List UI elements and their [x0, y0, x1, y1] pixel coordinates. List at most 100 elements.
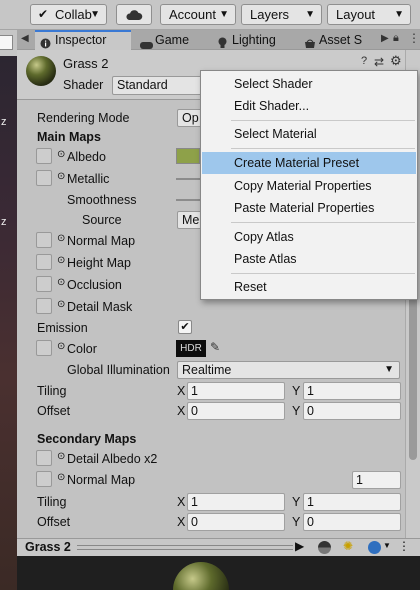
metallic-slider[interactable]: [176, 178, 200, 180]
object-picker-icon[interactable]: ⊙: [57, 149, 65, 160]
sphere-shape-icon[interactable]: [368, 541, 381, 554]
menu-item-label: Create Material Preset: [234, 156, 360, 170]
detail-mask-slot[interactable]: [36, 298, 52, 314]
menu-separator: [231, 222, 415, 223]
albedo-texture-slot[interactable]: [36, 148, 52, 164]
hdr-color-swatch[interactable]: HDR: [176, 340, 206, 357]
smoothness-slider[interactable]: [176, 199, 200, 201]
chevron-right-icon[interactable]: ▶: [381, 33, 389, 44]
detail-albedo-slot[interactable]: [36, 450, 52, 466]
menu-item-label: Select Material: [234, 127, 317, 141]
secondary-normal-map-slot[interactable]: [36, 471, 52, 487]
layers-label: Layers: [250, 7, 290, 22]
object-picker-icon[interactable]: ⊙: [57, 171, 65, 182]
x-label: X: [177, 404, 186, 418]
object-picker-icon[interactable]: ⊙: [57, 341, 65, 352]
layers-dropdown[interactable]: Layers ▼: [241, 4, 322, 25]
object-picker-icon[interactable]: ⊙: [57, 472, 65, 483]
shader-dropdown[interactable]: Standard: [112, 76, 212, 95]
play-icon[interactable]: ▶: [295, 539, 304, 553]
menu-item-select-shader[interactable]: Select Shader: [202, 73, 416, 95]
menu-item-copy-material-properties[interactable]: Copy Material Properties: [202, 175, 416, 197]
help-icon[interactable]: ?: [361, 55, 367, 67]
object-picker-icon[interactable]: ⊙: [57, 255, 65, 266]
albedo-color-swatch[interactable]: [176, 148, 200, 164]
menu-item-reset[interactable]: Reset: [202, 276, 416, 298]
presets-icon[interactable]: ⇄: [374, 55, 384, 69]
menu-item-label: Reset: [234, 280, 267, 294]
offset-x-field[interactable]: 0: [187, 402, 285, 420]
menu-separator: [231, 120, 415, 121]
tiling-label: Tiling: [37, 384, 67, 398]
chevron-left-icon[interactable]: ◀: [21, 33, 29, 44]
menu-separator: [231, 273, 415, 274]
tab-lighting[interactable]: Lighting: [212, 30, 308, 50]
material-name: Grass 2: [63, 56, 109, 71]
tiling2-y-field[interactable]: 1: [303, 493, 401, 511]
tiling-y-value: 1: [307, 384, 314, 398]
collab-dropdown[interactable]: ✔ Collab ▼: [30, 4, 107, 25]
chevron-down-icon[interactable]: ▼: [383, 541, 391, 550]
occlusion-slot[interactable]: [36, 276, 52, 292]
shader-label: Shader: [63, 78, 104, 92]
scene-header: [0, 30, 17, 56]
offset2-y-field[interactable]: 0: [303, 513, 401, 531]
preview-toolbar: Grass 2 ▶ ✺ ▼ ⋮: [17, 538, 420, 556]
menu-item-select-material[interactable]: Select Material: [202, 123, 416, 145]
source-label: Source: [82, 213, 122, 227]
menu-item-create-material-preset[interactable]: Create Material Preset: [202, 152, 416, 174]
gi-dropdown[interactable]: Realtime ▼: [177, 361, 400, 379]
source-value: Me: [182, 213, 200, 227]
menu-item-edit-shader[interactable]: Edit Shader...: [202, 95, 416, 117]
tab-menu-icon[interactable]: ⋮: [408, 31, 420, 45]
cloud-button[interactable]: [116, 4, 152, 25]
object-picker-icon[interactable]: ⊙: [57, 277, 65, 288]
object-picker-icon[interactable]: ⊙: [57, 451, 65, 462]
lightbulb-icon: [217, 35, 228, 48]
y-label: Y: [292, 495, 301, 509]
light-icon[interactable]: ✺: [343, 539, 353, 553]
tab-label: Game: [155, 33, 190, 47]
normal-scale-field[interactable]: 1: [352, 471, 401, 489]
object-picker-icon[interactable]: ⊙: [57, 233, 65, 244]
scene-search-input[interactable]: [0, 35, 13, 50]
object-picker-icon[interactable]: ⊙: [57, 299, 65, 310]
preview-sphere-icon[interactable]: [318, 541, 331, 554]
gear-icon[interactable]: ⚙: [390, 53, 402, 69]
tiling-y-field[interactable]: 1: [303, 382, 401, 400]
offset2-x-field[interactable]: 0: [187, 513, 285, 531]
eyedropper-icon[interactable]: ✎: [210, 340, 220, 354]
normal-map-slot[interactable]: [36, 232, 52, 248]
normal-scale-value: 1: [356, 473, 363, 487]
tiling-x-field[interactable]: 1: [187, 382, 285, 400]
main-maps-heading: Main Maps: [37, 130, 101, 144]
preview-drag-handle[interactable]: [77, 545, 293, 550]
lock-icon[interactable]: 🔒︎: [393, 32, 399, 45]
emission-checkbox[interactable]: ✔: [178, 320, 192, 334]
menu-item-copy-atlas[interactable]: Copy Atlas: [202, 226, 416, 248]
scene-view[interactable]: z z: [0, 56, 17, 590]
layout-dropdown[interactable]: Layout ▼: [327, 4, 411, 25]
tiling2-y-value: 1: [307, 495, 314, 509]
material-preview-icon: [26, 56, 56, 86]
emission-texture-slot[interactable]: [36, 340, 52, 356]
account-dropdown[interactable]: Account ▼: [160, 4, 236, 25]
menu-item-paste-atlas[interactable]: Paste Atlas: [202, 248, 416, 270]
menu-item-label: Paste Atlas: [234, 252, 297, 266]
height-map-slot[interactable]: [36, 254, 52, 270]
emission-row: Emission ✔: [17, 318, 405, 338]
offset2-x-value: 0: [191, 515, 198, 529]
preview-menu-icon[interactable]: ⋮: [398, 539, 410, 553]
detail-mask-row: ⊙ Detail Mask: [17, 297, 405, 317]
chevron-down-icon: ▼: [219, 9, 229, 20]
tab-bar: ◀ Inspector Game Lighting Asset S ▶ 🔒︎ ⋮: [17, 30, 420, 50]
metallic-texture-slot[interactable]: [36, 170, 52, 186]
tab-asset-store[interactable]: Asset S: [299, 30, 381, 50]
offset-y-field[interactable]: 0: [303, 402, 401, 420]
tab-inspector[interactable]: Inspector: [35, 30, 131, 50]
detail-albedo-row: ⊙ Detail Albedo x2: [17, 449, 405, 469]
menu-item-paste-material-properties[interactable]: Paste Material Properties: [202, 197, 416, 219]
tiling2-x-field[interactable]: 1: [187, 493, 285, 511]
tab-game[interactable]: Game: [135, 30, 211, 50]
tab-label: Inspector: [55, 33, 107, 47]
